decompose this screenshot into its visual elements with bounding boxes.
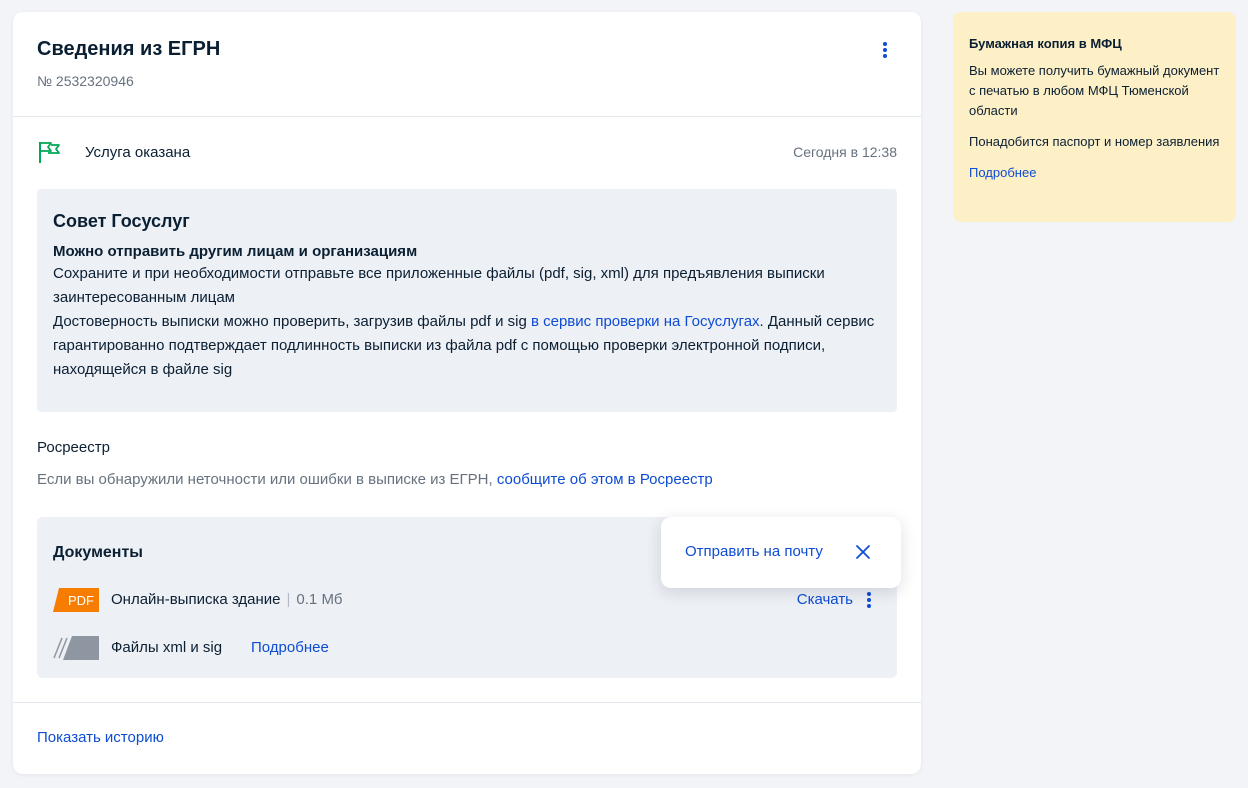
status-row: Услуга оказана Сегодня в 12:38: [37, 142, 897, 164]
document-row-xml: Файлы xml и sig Подробнее: [53, 636, 881, 660]
paper-copy-text: Вы можете получить бумажный документ с п…: [969, 63, 1220, 118]
xml-files-name: Файлы xml и sig: [111, 639, 223, 656]
verify-service-link[interactable]: в сервис проверки на Госуслугах: [531, 313, 760, 330]
status-time: Сегодня в 12:38: [793, 144, 897, 160]
xml-more-link[interactable]: Подробнее: [251, 639, 329, 656]
tip-text: Сохраните и при необходимости отправьте …: [53, 265, 825, 306]
flag-icon: [39, 142, 60, 163]
rosreestr-title: Росреестр: [37, 439, 110, 456]
close-icon[interactable]: [855, 544, 871, 560]
rosreestr-text: Если вы обнаружили неточности или ошибки…: [37, 471, 713, 488]
show-history-link[interactable]: Показать историю: [37, 729, 164, 746]
tip-title: Совет Госуслуг: [53, 211, 190, 231]
document-separator: |: [286, 591, 291, 608]
paper-copy-title: Бумажная копия в МФЦ: [969, 36, 1122, 51]
rosreestr-text-body: Если вы обнаружили неточности или ошибки…: [37, 471, 497, 488]
document-actions-popup: Отправить на почту: [661, 517, 901, 588]
paper-copy-panel: Бумажная копия в МФЦ Вы можете получить …: [953, 12, 1236, 222]
page-title: Сведения из ЕГРН: [37, 38, 221, 60]
paper-copy-requirements: Понадобится паспорт и номер заявления: [969, 134, 1220, 149]
rosreestr-report-link[interactable]: сообщите об этом в Росреестр: [497, 471, 713, 488]
tip-verify-text: Достоверность выписки можно проверить, з…: [53, 310, 881, 382]
document-title: Онлайн-выписка здание: [111, 591, 281, 608]
send-to-email-button[interactable]: Отправить на почту: [685, 543, 823, 560]
document-more-icon[interactable]: [863, 590, 875, 610]
card-header: Сведения из ЕГРН № 2532320946: [13, 12, 921, 117]
document-name: Онлайн-выписка здание | 0.1 Мб: [111, 591, 343, 608]
more-menu-icon[interactable]: [879, 40, 891, 60]
pdf-badge-label: PDF: [68, 593, 94, 608]
request-number: № 2532320946: [37, 73, 134, 89]
pdf-file-icon: PDF: [53, 588, 99, 612]
paper-copy-more-link[interactable]: Подробнее: [969, 165, 1036, 180]
request-card: Сведения из ЕГРН № 2532320946 Услуга ока…: [13, 12, 921, 774]
download-link[interactable]: Скачать: [797, 591, 853, 608]
documents-title: Документы: [53, 544, 143, 561]
tip-subtitle: Можно отправить другим лицам и организац…: [53, 243, 418, 260]
card-footer-divider: [13, 702, 921, 703]
gosuslugi-tip: Совет Госуслуг Можно отправить другим ли…: [37, 189, 897, 412]
status-label: Услуга оказана: [85, 144, 191, 161]
tip-verify-prefix: Достоверность выписки можно проверить, з…: [53, 313, 531, 330]
document-row-pdf: PDF Онлайн-выписка здание | 0.1 Мб Скачать: [53, 588, 881, 612]
xml-sig-files-icon: [53, 636, 99, 660]
document-size: 0.1 Мб: [296, 591, 343, 608]
